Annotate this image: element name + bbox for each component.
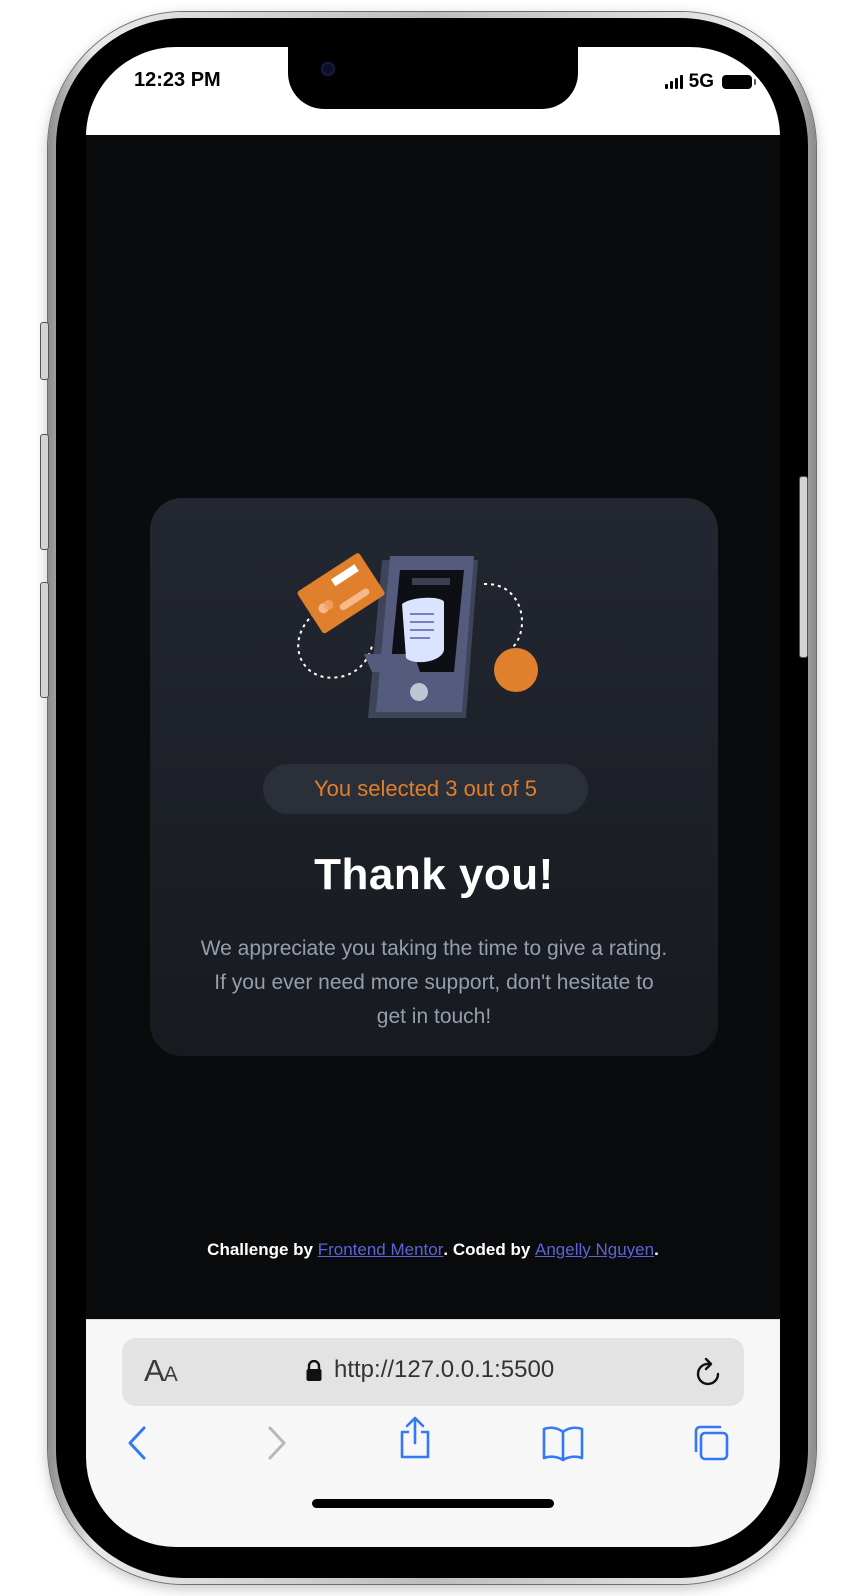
volume-up-button (40, 434, 49, 550)
power-button (799, 476, 808, 658)
attribution-suffix: . (654, 1240, 659, 1259)
volume-down-button (40, 582, 49, 698)
address-bar[interactable]: AA http://127.0.0.1:5500 (122, 1338, 744, 1406)
forward-icon[interactable] (264, 1424, 288, 1462)
status-bar: 12:23 PM 5G (86, 47, 780, 135)
status-time: 12:23 PM (134, 69, 221, 91)
url-text[interactable]: http://127.0.0.1:5500 (334, 1356, 554, 1384)
payment-illustration (297, 553, 538, 718)
mute-switch (40, 322, 49, 380)
phone-screen: 12:23 PM 5G You selected 3 out of 5 Than… (86, 47, 780, 1547)
home-indicator[interactable] (312, 1499, 554, 1508)
reload-icon[interactable] (694, 1356, 724, 1388)
battery-icon (722, 75, 756, 89)
tabs-icon[interactable] (692, 1424, 730, 1462)
frontend-mentor-link[interactable]: Frontend Mentor (318, 1240, 444, 1259)
thank-you-card: You selected 3 out of 5 Thank you! We ap… (150, 498, 718, 1056)
bookmarks-icon[interactable] (542, 1424, 584, 1462)
attribution-prefix: Challenge by (207, 1240, 318, 1259)
thank-you-title: Thank you! (314, 850, 554, 899)
back-icon[interactable] (126, 1424, 150, 1462)
web-page: You selected 3 out of 5 Thank you! We ap… (86, 135, 780, 1319)
signal-bars-icon (664, 75, 683, 89)
front-camera (321, 62, 335, 76)
notch (288, 47, 578, 109)
text-size-button[interactable]: AA (144, 1353, 178, 1389)
text-size-label-large: A (144, 1353, 165, 1388)
lock-icon (306, 1360, 322, 1381)
safari-toolbar: AA http://127.0.0.1:5500 (86, 1319, 780, 1547)
rating-result-badge: You selected 3 out of 5 (263, 764, 588, 814)
thank-you-description: We appreciate you taking the time to giv… (200, 937, 668, 1028)
status-indicators: 5G (664, 71, 756, 93)
text-size-label-small: A (163, 1363, 178, 1386)
author-link[interactable]: Angelly Nguyen (535, 1240, 654, 1259)
attribution: Challenge by Frontend Mentor. Coded by A… (86, 1240, 780, 1260)
network-type: 5G (688, 71, 714, 92)
share-icon[interactable] (398, 1416, 432, 1460)
attribution-middle: . Coded by (443, 1240, 536, 1259)
